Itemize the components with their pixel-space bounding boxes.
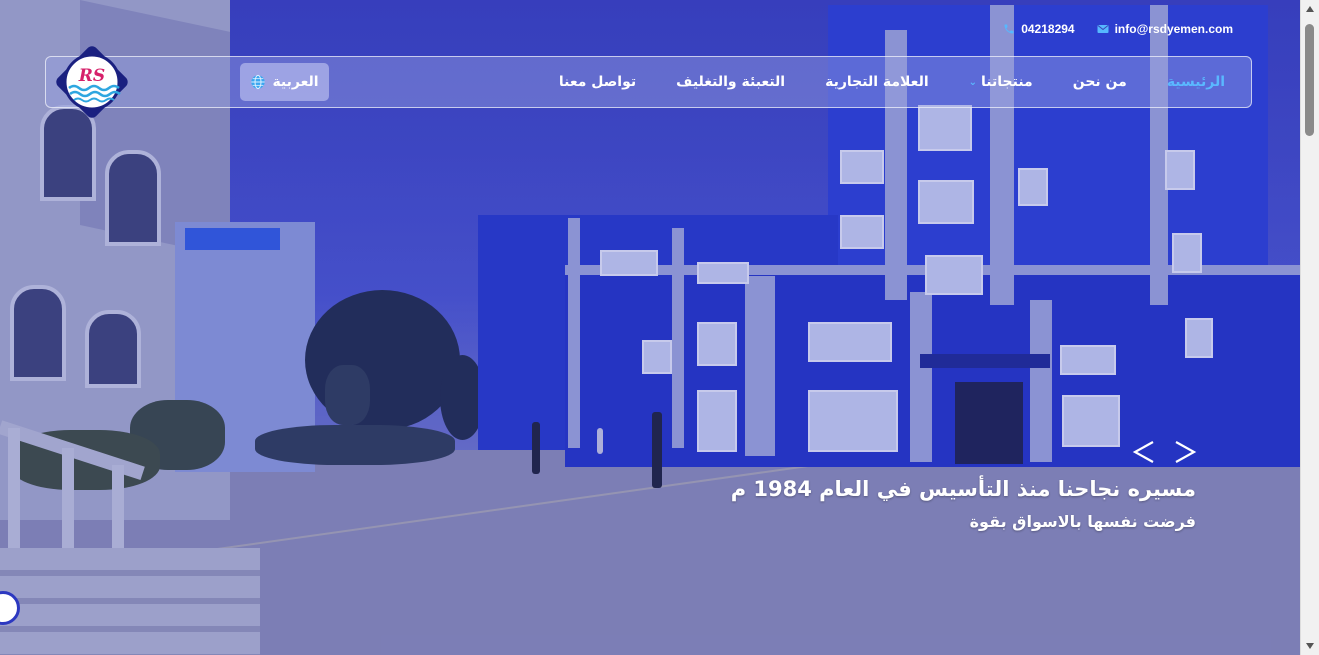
nav-item-contact[interactable]: تواصل معنا [559, 74, 636, 90]
nav-item-home[interactable]: الرئيسية [1167, 74, 1225, 90]
email-address: info@rsdyemen.com [1114, 22, 1233, 36]
slide-subtitle: فرضت نفسها بالاسواق بقوة [969, 512, 1196, 531]
hero-slider: 04218294 info@rsdyemen.com RS العربية ال… [0, 0, 1301, 655]
scroll-down-icon[interactable] [1306, 643, 1314, 649]
phone-contact[interactable]: 04218294 [1003, 22, 1075, 36]
phone-number: 04218294 [1021, 22, 1075, 36]
language-label: العربية [272, 74, 319, 90]
nav-item-products[interactable]: منتجاتنا ⌄ [969, 74, 1033, 90]
chevron-right-icon[interactable] [1172, 440, 1198, 464]
scroll-thumb[interactable] [1305, 24, 1314, 136]
nav-item-brand[interactable]: العلامة التجارية [825, 74, 929, 90]
logo-emblem: RS [56, 46, 128, 118]
envelope-icon [1097, 25, 1109, 33]
nav-menu: الرئيسية من نحن منتجاتنا ⌄ العلامة التجار… [559, 74, 1225, 90]
site-logo[interactable]: RS [52, 42, 132, 122]
phone-icon [1004, 24, 1014, 34]
nav-item-packaging[interactable]: التعبئة والتغليف [676, 74, 785, 90]
logo-text: RS [78, 66, 105, 86]
slide-title: مسيره نجاحنا منذ التأسيس في العام 1984 م [730, 477, 1196, 501]
language-switch-button[interactable]: العربية [240, 63, 329, 101]
email-contact[interactable]: info@rsdyemen.com [1097, 22, 1233, 36]
globe-icon [251, 74, 266, 90]
chevron-left-icon[interactable] [1131, 440, 1157, 464]
contact-bar: 04218294 info@rsdyemen.com [1003, 22, 1233, 36]
page-scrollbar[interactable] [1300, 0, 1319, 655]
chevron-down-icon: ⌄ [968, 76, 978, 88]
nav-item-about[interactable]: من نحن [1073, 74, 1127, 90]
scroll-up-icon[interactable] [1306, 6, 1314, 12]
